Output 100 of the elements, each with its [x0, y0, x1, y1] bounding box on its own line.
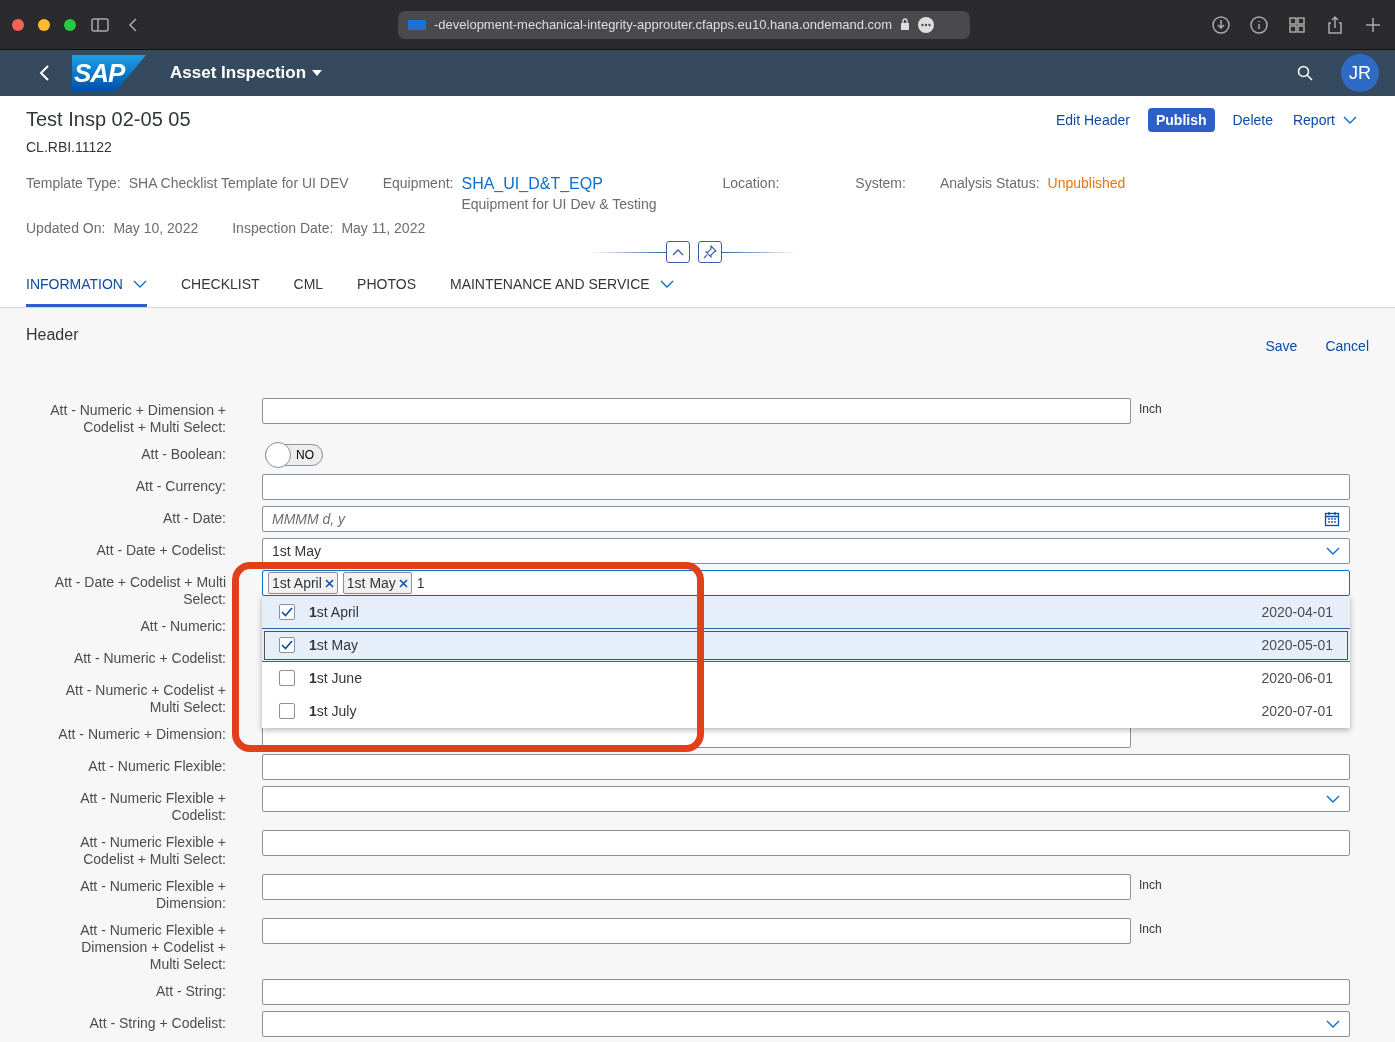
- minimize-window-button[interactable]: [38, 18, 50, 31]
- checkbox[interactable]: [279, 604, 295, 620]
- chevron-down-icon: [1343, 115, 1357, 125]
- field-label: Att - Date:: [161, 509, 226, 527]
- menu-button[interactable]: Report: [1290, 108, 1359, 132]
- checkbox[interactable]: [279, 703, 295, 719]
- tab[interactable]: CHECKLIST: [180, 266, 260, 307]
- status-value: Unpublished: [1047, 175, 1126, 191]
- action-link[interactable]: Cancel: [1323, 334, 1371, 358]
- select-field[interactable]: [262, 786, 1350, 812]
- field-label: Att - Numeric:: [139, 617, 226, 635]
- address-bar[interactable]: -development-mechanical-integrity-approuter.cfapps.eu10.hana.ondemand.com: [398, 10, 970, 39]
- field-label: Att - Numeric + Codelist:: [72, 649, 226, 667]
- tab[interactable]: INFORMATION: [26, 266, 147, 307]
- date-field[interactable]: MMMM d, y: [262, 506, 1350, 532]
- field-label: Att - Currency:: [134, 477, 226, 495]
- select-field[interactable]: [262, 1011, 1350, 1037]
- attribute-label: Updated On:: [26, 220, 106, 236]
- input-field[interactable]: [262, 918, 1131, 944]
- share-icon[interactable]: [1325, 14, 1345, 35]
- token[interactable]: 1st April: [268, 572, 338, 594]
- chevron-down-icon: [132, 279, 147, 289]
- select-field[interactable]: 1st May: [262, 538, 1350, 564]
- info-icon[interactable]: [1249, 14, 1269, 35]
- input-field[interactable]: [262, 830, 1350, 856]
- chevron-down-icon: [1326, 794, 1340, 804]
- chevron-down-icon: [1326, 546, 1340, 556]
- user-avatar[interactable]: JR: [1341, 54, 1379, 92]
- zoom-window-button[interactable]: [64, 18, 76, 31]
- pin-icon: [703, 245, 717, 259]
- toggle-switch[interactable]: NO: [265, 444, 323, 466]
- attribute-value: May 10, 2022: [113, 220, 199, 236]
- attribute-label: Inspection Date:: [232, 220, 334, 236]
- checkbox[interactable]: [279, 637, 295, 653]
- field-label: Att - Numeric Flexible + Codelist:: [79, 789, 226, 824]
- input-field[interactable]: [262, 398, 1131, 424]
- unit-label: Inch: [1138, 401, 1163, 418]
- chevron-down-icon: [659, 279, 674, 289]
- close-window-button[interactable]: [12, 18, 24, 31]
- section-title: Header: [26, 326, 79, 345]
- attribute-label: Analysis Status:: [939, 175, 1040, 191]
- grid-icon[interactable]: [1287, 14, 1307, 35]
- logo[interactable]: SAP: [72, 55, 146, 91]
- field-label: Att - String + Codelist:: [88, 1014, 226, 1032]
- collapse-button[interactable]: [666, 241, 690, 263]
- publish-button[interactable]: Publish: [1147, 108, 1215, 132]
- input-field[interactable]: [262, 874, 1131, 900]
- lock-icon: [900, 18, 911, 31]
- unit-label: Inch: [1138, 877, 1163, 894]
- attribute-value: May 11, 2022: [341, 220, 426, 236]
- token[interactable]: 1st May: [342, 572, 412, 594]
- object-title: Test Insp 02-05 05: [26, 108, 191, 131]
- list-option[interactable]: 1st April 2020-04-01: [262, 596, 1350, 629]
- field-label: Att - String:: [154, 982, 226, 1000]
- tab[interactable]: CML: [293, 266, 324, 307]
- calendar-icon[interactable]: [1324, 511, 1340, 527]
- field-label: Att - Numeric + Dimension + Codelist + Multi Select:: [49, 401, 226, 436]
- caret-icon: [312, 70, 323, 76]
- list-option[interactable]: 1st May 2020-05-01: [262, 629, 1350, 662]
- attribute-label: Equipment:: [382, 175, 454, 191]
- app-title-menu[interactable]: Asset Inspection: [170, 63, 323, 83]
- site-icon: [408, 19, 426, 30]
- more-icon[interactable]: [918, 16, 935, 33]
- input-field[interactable]: [262, 754, 1350, 780]
- chevron-down-icon: [1326, 1019, 1340, 1029]
- download-icon[interactable]: [1211, 14, 1231, 35]
- action-link[interactable]: Delete: [1230, 108, 1275, 132]
- input-field[interactable]: [262, 979, 1350, 1005]
- field-label: Att - Numeric Flexible:: [87, 757, 226, 775]
- back-icon[interactable]: [38, 64, 50, 82]
- field-label: Att - Numeric Flexible + Codelist + Multi Select:: [79, 833, 226, 868]
- unit-label: Inch: [1138, 921, 1163, 938]
- multi-select-field[interactable]: 1st April 1st May 1: [262, 570, 1350, 596]
- tab[interactable]: MAINTENANCE AND SERVICE: [450, 266, 674, 307]
- field-label: Att - Numeric Flexible + Dimension:: [79, 877, 226, 912]
- field-label: Att - Date + Codelist + Multi Select:: [53, 573, 226, 608]
- search-icon[interactable]: [1297, 65, 1313, 81]
- input-field[interactable]: [262, 474, 1350, 500]
- attribute-description: Equipment for UI Dev & Testing: [461, 196, 657, 212]
- action-link[interactable]: Save: [1263, 334, 1300, 358]
- equipment-link[interactable]: SHA_UI_D&T_EQP: [461, 175, 603, 192]
- attribute-label: System:: [855, 175, 906, 191]
- field-label: Att - Numeric + Dimension:: [57, 725, 226, 743]
- chevron-up-icon: [672, 248, 684, 256]
- field-label: Att - Numeric Flexible + Dimension + Codelist + Multi Select:: [79, 921, 226, 973]
- tab[interactable]: PHOTOS: [357, 266, 416, 307]
- field-label: Att - Numeric + Codelist + Multi Select:: [64, 681, 226, 716]
- field-label: Att - Date + Codelist:: [95, 541, 226, 559]
- attribute-label: Location:: [722, 175, 780, 191]
- field-label: Att - Boolean:: [140, 445, 226, 463]
- attribute-value: SHA Checklist Template for UI DEV: [128, 175, 349, 191]
- remove-icon[interactable]: [398, 578, 408, 588]
- remove-icon[interactable]: [324, 578, 334, 588]
- attribute-label: Template Type:: [26, 175, 121, 191]
- checkbox[interactable]: [279, 670, 295, 686]
- object-id: CL.RBI.11122: [26, 139, 113, 155]
- list-option[interactable]: 1st July 2020-07-01: [262, 695, 1350, 728]
- list-option[interactable]: 1st June 2020-06-01: [262, 662, 1350, 695]
- pin-button[interactable]: [698, 241, 722, 263]
- action-link[interactable]: Edit Header: [1054, 108, 1132, 132]
